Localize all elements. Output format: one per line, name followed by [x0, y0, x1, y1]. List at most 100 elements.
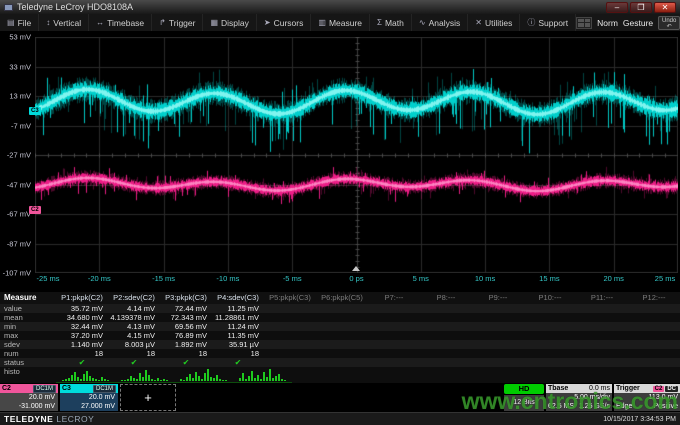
measure-value-cell [368, 322, 420, 331]
measure-value-cell: 32.44 mV [56, 322, 108, 331]
measure-value-cell [264, 349, 316, 358]
hd-bits-label: 12 Bits [504, 395, 544, 411]
hd-mode-box[interactable]: HD 12 Bits [504, 384, 544, 411]
undo-icon: ↶ [659, 24, 679, 30]
add-channel-button[interactable]: + [120, 384, 176, 411]
histogram-bar [186, 377, 188, 381]
menu-item-display[interactable]: ▦Display [203, 14, 256, 31]
histogram-bar [145, 370, 147, 381]
waveform-canvas[interactable] [35, 37, 678, 273]
histogram-bar [163, 379, 165, 381]
menu-item-analysis[interactable]: ∿Analysis [412, 14, 468, 31]
menu-item-math[interactable]: ΣMath [370, 14, 412, 31]
trigger-source-badge: C2 [653, 386, 665, 392]
x-axis-label: 20 ms [603, 274, 623, 283]
measure-value-cell [420, 349, 472, 358]
undo-label: Undo [659, 18, 679, 24]
measure-column-header[interactable]: P12:--- [628, 292, 680, 304]
histogram-bar [204, 373, 206, 381]
maximize-button[interactable]: ❐ [630, 2, 652, 13]
menu-item-trigger[interactable]: ↱Trigger [152, 14, 203, 31]
menu-item-measure[interactable]: ▥Measure [311, 14, 370, 31]
menu-item-support[interactable]: ⓘSupport [520, 14, 576, 31]
undo-button[interactable]: Undo ↶ [658, 16, 680, 30]
measure-value-cell: 8.003 µV [108, 340, 160, 349]
measure-column-header[interactable]: P7:--- [368, 292, 420, 304]
measure-column-header[interactable]: P8:--- [420, 292, 472, 304]
measure-column-header[interactable]: P3:pkpk(C3) [160, 292, 212, 304]
channel-marker-C3[interactable]: C3 [29, 107, 41, 115]
histogram-bar [139, 373, 141, 381]
channel-marker-C2[interactable]: C2 [29, 206, 41, 214]
measure-value-cell: 11.25 mV [212, 304, 264, 313]
math-icon: Σ [377, 18, 382, 27]
histogram-thumbnail [389, 367, 438, 383]
trigger-box[interactable]: Trigger C2 DC 113.0 mV Edge Positive [614, 384, 680, 411]
menu-item-file[interactable]: ▤File [0, 14, 39, 31]
measure-column-header[interactable]: P1:pkpk(C2) [56, 292, 108, 304]
channel-coupling-badge: DC1M [93, 385, 116, 393]
channel-name: C2 [2, 385, 11, 392]
menu-item-utilities[interactable]: ✕Utilities [468, 14, 520, 31]
histogram-bar [245, 379, 247, 381]
measure-column-header[interactable]: P9:--- [472, 292, 524, 304]
histogram-bar [142, 377, 144, 381]
measure-value-cell [316, 313, 368, 322]
histogram-bar [121, 380, 123, 381]
histogram-bar [266, 377, 268, 381]
app-icon [4, 4, 13, 11]
histogram-thumbnail [583, 367, 632, 383]
measure-value-cell [368, 340, 420, 349]
histogram-bar [180, 379, 182, 381]
close-button[interactable]: ✕ [654, 2, 676, 13]
channel-box-C2[interactable]: C2DC1M20.0 mV-31.000 mV [0, 384, 58, 411]
y-axis-label: 13 mV [9, 92, 31, 101]
timebase-box[interactable]: Tbase 0.0 ms 5.00 ms/div 62.5 MS 1.25 GS… [546, 384, 612, 411]
x-axis-label: -10 ms [216, 274, 239, 283]
measure-value-cell [472, 313, 524, 322]
trigger-slope: Positive [653, 402, 678, 411]
menu-item-timebase[interactable]: ↔Timebase [89, 14, 152, 31]
norm-mode-button[interactable]: Norm [597, 18, 618, 28]
histogram-bar [80, 379, 82, 381]
menu-item-vertical[interactable]: ↕Vertical [39, 14, 89, 31]
status-check-icon: ✔ [56, 358, 108, 367]
measure-row-label: sdev [0, 340, 56, 349]
measure-column-header[interactable]: P6:pkpk(C5) [316, 292, 368, 304]
measure-value-cell [472, 322, 524, 331]
grid-layout-icon[interactable] [576, 17, 592, 29]
gesture-button[interactable]: Gesture [623, 18, 653, 28]
measure-value-cell [420, 313, 472, 322]
y-axis-label: 33 mV [9, 62, 31, 71]
histogram-bar [127, 379, 129, 381]
measure-column-header[interactable]: P10:--- [524, 292, 576, 304]
measure-column-header[interactable]: P4:sdev(C3) [212, 292, 264, 304]
histogram-bar [77, 377, 79, 381]
minimize-button[interactable]: – [606, 2, 628, 13]
measure-column-header[interactable]: P5:pkpk(C3) [264, 292, 316, 304]
status-check-icon: ✔ [160, 358, 212, 367]
status-check-icon [472, 358, 524, 367]
menu-item-label: File [18, 18, 32, 28]
measure-value-cell [472, 349, 524, 358]
status-check-icon [368, 358, 420, 367]
histogram-bar [151, 379, 153, 381]
menu-item-label: Math [385, 18, 404, 28]
cursors-icon: ➤ [264, 18, 271, 27]
trigger-label: Trigger [616, 385, 640, 392]
menu-item-cursors[interactable]: ➤Cursors [257, 14, 311, 31]
channel-box-C3[interactable]: C3DC1M20.0 mV27.000 mV [60, 384, 118, 411]
measure-row-num: num18181818 [0, 349, 680, 358]
y-axis-label: -87 mV [7, 239, 31, 248]
measure-value-cell [576, 322, 628, 331]
timebase-delay: 0.0 ms [589, 385, 610, 392]
measure-column-header[interactable]: P2:sdev(C2) [108, 292, 160, 304]
measure-table: MeasureP1:pkpk(C2)P2:sdev(C2)P3:pkpk(C3)… [0, 292, 680, 383]
measure-value-cell [368, 313, 420, 322]
measure-value-cell [472, 304, 524, 313]
menu-item-label: Display [221, 18, 249, 28]
histogram-bar [254, 378, 256, 381]
trigger-position-marker[interactable] [352, 266, 360, 271]
histogram-bar [166, 380, 168, 381]
measure-column-header[interactable]: P11:--- [576, 292, 628, 304]
